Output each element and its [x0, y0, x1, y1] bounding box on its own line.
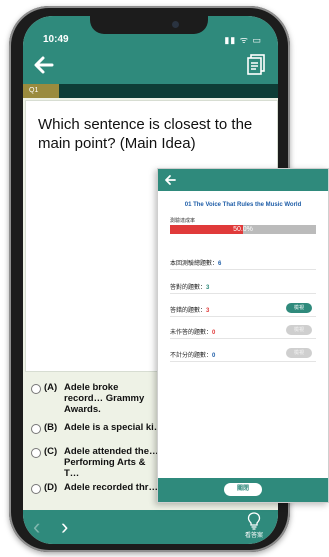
question-number-tab[interactable]: Q1 — [23, 84, 59, 98]
view-button[interactable]: 檢視 — [286, 348, 312, 358]
panel-footer: 關閉 — [158, 478, 328, 502]
radio-button[interactable] — [31, 424, 41, 434]
status-time: 10:49 — [43, 34, 69, 45]
close-button[interactable]: 關閉 — [224, 483, 262, 496]
stat-label: 本回測驗總題數：6 — [170, 258, 221, 267]
radio-button[interactable] — [31, 484, 41, 494]
panel-header — [158, 169, 328, 191]
option-key: (D) — [44, 482, 58, 493]
view-button[interactable]: 檢視 — [286, 325, 312, 335]
option-key: (B) — [44, 422, 58, 433]
back-arrow-icon[interactable] — [33, 54, 55, 76]
results-panel: 01 The Voice That Rules the Music World … — [157, 168, 329, 503]
option-text: Adele broke record… Grammy Awards. — [64, 382, 145, 415]
stat-label: 未作答的題數：0 — [170, 327, 215, 336]
front-camera — [172, 21, 179, 28]
lightbulb-icon — [247, 512, 261, 530]
back-arrow-icon[interactable] — [163, 173, 177, 187]
hint-button[interactable]: 看答案 — [242, 512, 266, 539]
stat-label: 答對的題數：3 — [170, 282, 209, 291]
stat-label-text: 本回測驗總題數： — [170, 261, 219, 267]
option-key: (A) — [44, 382, 58, 393]
completion-rate-text: 50.0% — [233, 226, 253, 233]
stat-row: 答錯的題數：3 檢視 — [170, 302, 316, 317]
stat-label: 不計分的題數：0 — [170, 350, 215, 359]
phone-notch — [90, 16, 208, 34]
stat-row: 本回測驗總題數：6 — [170, 255, 316, 270]
status-icons: ▮▮ ᯤ ▭ — [224, 35, 262, 45]
stat-label-text: 答錯的題數： — [170, 308, 207, 314]
question-text: Which sentence is closest to the main po… — [38, 116, 253, 152]
stat-value: 6 — [218, 261, 222, 267]
previous-button[interactable]: ‹ — [33, 514, 40, 540]
radio-button[interactable] — [31, 384, 41, 394]
stat-label: 答錯的題數：3 — [170, 305, 209, 314]
lesson-title: 01 The Voice That Rules the Music World — [184, 202, 302, 208]
stat-value: 3 — [206, 308, 210, 314]
view-button[interactable]: 檢視 — [286, 303, 312, 313]
stat-value: 3 — [206, 285, 210, 291]
stat-row: 未作答的題數：0 檢視 — [170, 324, 316, 339]
completion-rate-label: 測驗達成率 — [170, 218, 196, 224]
stat-value: 0 — [212, 353, 216, 359]
stat-label-text: 答對的題數： — [170, 285, 207, 291]
hint-label: 看答案 — [244, 533, 263, 539]
stat-label-text: 未作答的題數： — [170, 330, 213, 336]
stat-row: 不計分的題數：0 檢視 — [170, 347, 316, 362]
bottom-nav-bar: ‹ › 看答案 — [23, 510, 278, 544]
stat-row: 答對的題數：3 — [170, 279, 316, 294]
option-text: Adele attended the… Performing Arts & T… — [64, 446, 159, 479]
next-button[interactable]: › — [61, 514, 68, 540]
option-text: Adele is a special ki… — [64, 422, 164, 433]
completion-progress-bar: 50.0% — [170, 225, 316, 234]
radio-button[interactable] — [31, 448, 41, 458]
option-key: (C) — [44, 446, 58, 457]
document-icon[interactable] — [246, 54, 266, 76]
option-text: Adele recorded thr… — [64, 482, 158, 493]
stat-label-text: 不計分的題數： — [170, 353, 213, 359]
stat-value: 0 — [212, 330, 216, 336]
question-tab-bar: Q1 — [23, 84, 278, 98]
